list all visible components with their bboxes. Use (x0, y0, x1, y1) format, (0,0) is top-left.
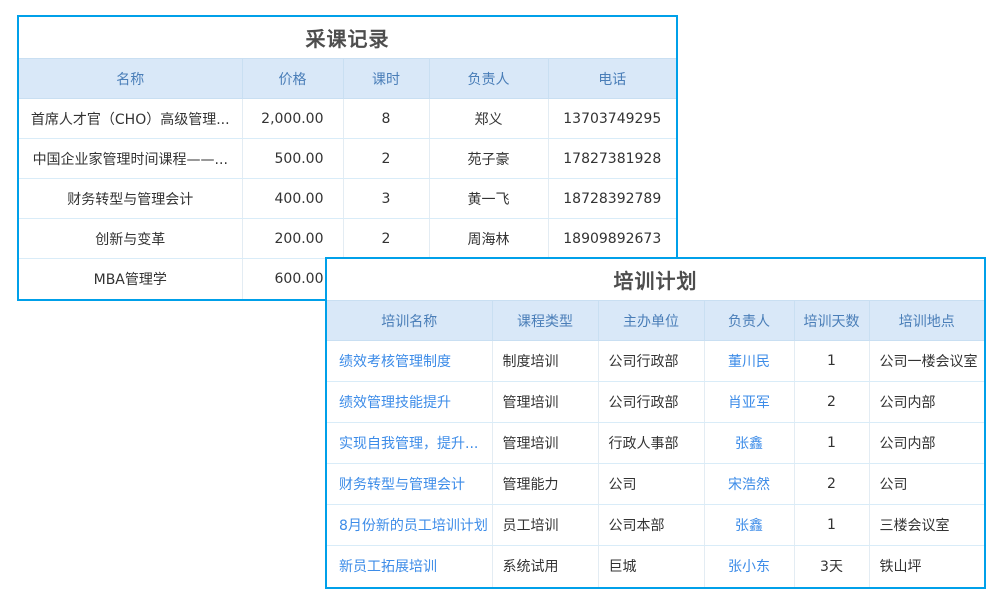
manager-cell: 肖亚军 (704, 382, 794, 423)
training-name-link[interactable]: 实现自我管理，提升... (339, 436, 478, 452)
manager-link[interactable]: 张小东 (728, 559, 770, 575)
hours-cell: 2 (343, 219, 429, 259)
table-row: 创新与变革 200.00 2 周海林 18909892673 (19, 219, 676, 259)
training-name-cell: 8月份新的员工培训计划 (327, 505, 492, 546)
course-type-cell: 管理能力 (492, 464, 598, 505)
course-name-cell: 首席人才官（CHO）高级管理... (19, 99, 242, 139)
training-name-cell: 财务转型与管理会计 (327, 464, 492, 505)
course-type-cell: 系统试用 (492, 546, 598, 587)
training-plan-table: 培训名称 课程类型 主办单位 负责人 培训天数 培训地点 绩效考核管理制度 制度… (327, 300, 984, 587)
days-cell: 1 (794, 423, 869, 464)
location-cell: 铁山坪 (869, 546, 984, 587)
manager-cell: 苑子豪 (429, 139, 548, 179)
phone-cell: 18909892673 (548, 219, 676, 259)
table-row: 绩效管理技能提升 管理培训 公司行政部 肖亚军 2 公司内部 (327, 382, 984, 423)
table-row: 财务转型与管理会计 400.00 3 黄一飞 18728392789 (19, 179, 676, 219)
column-header-location: 培训地点 (869, 301, 984, 341)
organizer-cell: 公司本部 (598, 505, 704, 546)
table-row: 首席人才官（CHO）高级管理... 2,000.00 8 郑义 13703749… (19, 99, 676, 139)
training-name-cell: 实现自我管理，提升... (327, 423, 492, 464)
price-cell: 200.00 (242, 219, 343, 259)
days-cell: 2 (794, 464, 869, 505)
course-type-cell: 管理培训 (492, 382, 598, 423)
organizer-cell: 巨城 (598, 546, 704, 587)
days-cell: 3天 (794, 546, 869, 587)
days-cell: 1 (794, 341, 869, 382)
training-name-cell: 新员工拓展培训 (327, 546, 492, 587)
hours-cell: 8 (343, 99, 429, 139)
location-cell: 公司一楼会议室 (869, 341, 984, 382)
purchase-records-title: 采课记录 (19, 17, 676, 58)
manager-link[interactable]: 董川民 (728, 354, 770, 370)
training-name-link[interactable]: 绩效考核管理制度 (339, 354, 451, 370)
location-cell: 公司 (869, 464, 984, 505)
phone-cell: 13703749295 (548, 99, 676, 139)
course-name-cell: MBA管理学 (19, 259, 242, 299)
column-header-name: 名称 (19, 59, 242, 99)
manager-cell: 张鑫 (704, 423, 794, 464)
days-cell: 1 (794, 505, 869, 546)
hours-cell: 2 (343, 139, 429, 179)
column-header-hours: 课时 (343, 59, 429, 99)
table-row: 绩效考核管理制度 制度培训 公司行政部 董川民 1 公司一楼会议室 (327, 341, 984, 382)
organizer-cell: 公司行政部 (598, 382, 704, 423)
days-cell: 2 (794, 382, 869, 423)
course-name-cell: 财务转型与管理会计 (19, 179, 242, 219)
column-header-phone: 电话 (548, 59, 676, 99)
price-cell: 2,000.00 (242, 99, 343, 139)
organizer-cell: 行政人事部 (598, 423, 704, 464)
location-cell: 公司内部 (869, 423, 984, 464)
column-header-course-type: 课程类型 (492, 301, 598, 341)
table-row: 8月份新的员工培训计划 员工培训 公司本部 张鑫 1 三楼会议室 (327, 505, 984, 546)
manager-link[interactable]: 张鑫 (735, 436, 763, 452)
phone-cell: 18728392789 (548, 179, 676, 219)
course-type-cell: 制度培训 (492, 341, 598, 382)
training-name-link[interactable]: 8月份新的员工培训计划 (339, 518, 488, 534)
training-name-cell: 绩效管理技能提升 (327, 382, 492, 423)
table-row: 实现自我管理，提升... 管理培训 行政人事部 张鑫 1 公司内部 (327, 423, 984, 464)
manager-link[interactable]: 张鑫 (735, 518, 763, 534)
course-type-cell: 员工培训 (492, 505, 598, 546)
manager-cell: 董川民 (704, 341, 794, 382)
manager-cell: 宋浩然 (704, 464, 794, 505)
purchase-header-row: 名称 价格 课时 负责人 电话 (19, 59, 676, 99)
course-name-cell: 创新与变革 (19, 219, 242, 259)
course-name-cell: 中国企业家管理时间课程——... (19, 139, 242, 179)
manager-cell: 张小东 (704, 546, 794, 587)
organizer-cell: 公司行政部 (598, 341, 704, 382)
manager-link[interactable]: 肖亚军 (728, 395, 770, 411)
course-type-cell: 管理培训 (492, 423, 598, 464)
hours-cell: 3 (343, 179, 429, 219)
column-header-days: 培训天数 (794, 301, 869, 341)
table-row: 中国企业家管理时间课程——... 500.00 2 苑子豪 1782738192… (19, 139, 676, 179)
location-cell: 公司内部 (869, 382, 984, 423)
table-row: 财务转型与管理会计 管理能力 公司 宋浩然 2 公司 (327, 464, 984, 505)
column-header-manager: 负责人 (429, 59, 548, 99)
training-name-link[interactable]: 绩效管理技能提升 (339, 395, 451, 411)
column-header-manager: 负责人 (704, 301, 794, 341)
location-cell: 三楼会议室 (869, 505, 984, 546)
manager-cell: 周海林 (429, 219, 548, 259)
training-name-link[interactable]: 财务转型与管理会计 (339, 477, 465, 493)
training-header-row: 培训名称 课程类型 主办单位 负责人 培训天数 培训地点 (327, 301, 984, 341)
phone-cell: 17827381928 (548, 139, 676, 179)
manager-link[interactable]: 宋浩然 (728, 477, 770, 493)
column-header-organizer: 主办单位 (598, 301, 704, 341)
training-name-cell: 绩效考核管理制度 (327, 341, 492, 382)
organizer-cell: 公司 (598, 464, 704, 505)
column-header-price: 价格 (242, 59, 343, 99)
price-cell: 500.00 (242, 139, 343, 179)
manager-cell: 郑义 (429, 99, 548, 139)
price-cell: 400.00 (242, 179, 343, 219)
training-name-link[interactable]: 新员工拓展培训 (339, 559, 437, 575)
training-plan-title: 培训计划 (327, 259, 984, 300)
manager-cell: 张鑫 (704, 505, 794, 546)
column-header-training-name: 培训名称 (327, 301, 492, 341)
manager-cell: 黄一飞 (429, 179, 548, 219)
table-row: 新员工拓展培训 系统试用 巨城 张小东 3天 铁山坪 (327, 546, 984, 587)
training-plan-panel: 培训计划 培训名称 课程类型 主办单位 负责人 培训天数 培训地点 绩效考核管理… (325, 257, 986, 589)
